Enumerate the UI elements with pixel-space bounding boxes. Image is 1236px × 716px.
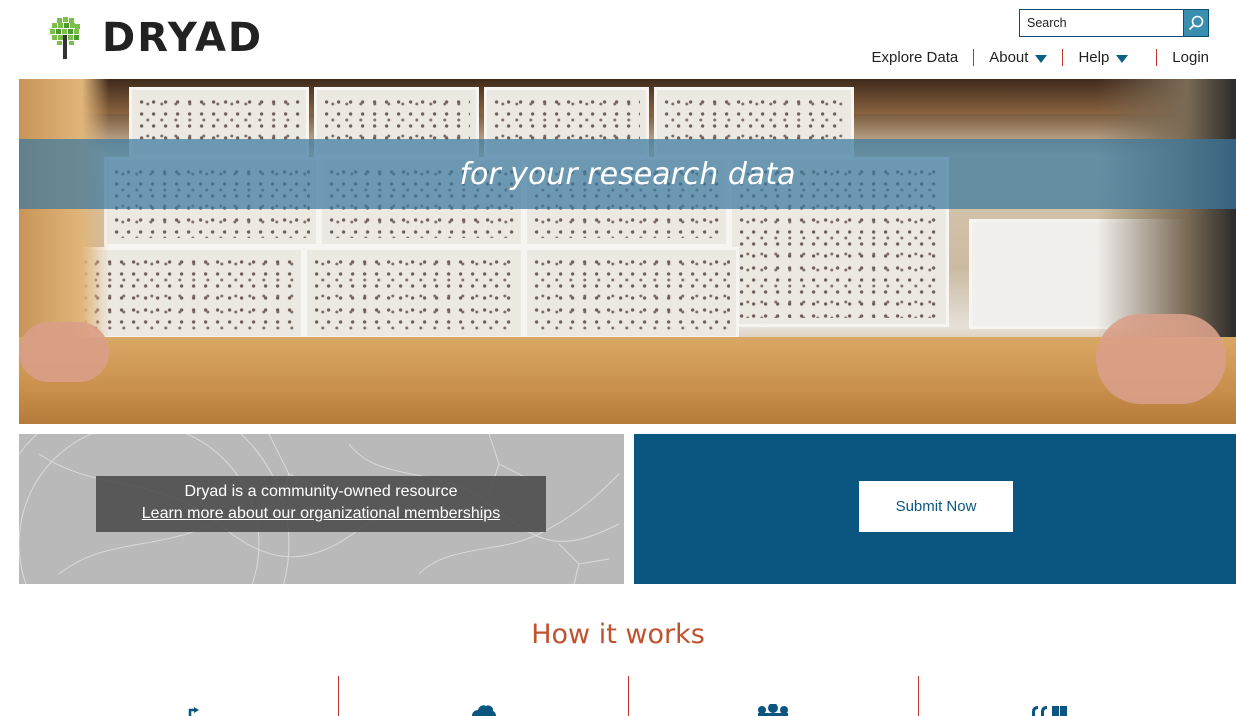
search-form xyxy=(1019,9,1209,37)
search-input[interactable] xyxy=(1019,9,1183,37)
main-nav: Explore Data About Help Login xyxy=(872,49,1209,66)
nav-login[interactable]: Login xyxy=(1172,49,1209,66)
cloud-icon xyxy=(472,705,496,716)
nav-about-label: About xyxy=(989,49,1029,66)
community-icon xyxy=(758,704,788,716)
tree-logo-icon xyxy=(50,17,80,59)
nav-help-label: Help xyxy=(1078,49,1110,66)
nav-explore-data[interactable]: Explore Data xyxy=(872,49,959,66)
nav-help[interactable]: Help xyxy=(1078,49,1129,66)
specimen-tray xyxy=(524,247,739,339)
column-divider xyxy=(628,676,629,716)
specimen-tray xyxy=(304,247,524,339)
column-divider xyxy=(338,676,339,716)
membership-callout: Dryad is a community-owned resource Lear… xyxy=(96,476,546,532)
submit-now-button[interactable]: Submit Now xyxy=(859,481,1013,532)
site-header: DRYAD Explore Data About Help Login xyxy=(0,0,1236,79)
membership-text: Dryad is a community-owned resource xyxy=(184,483,458,500)
upload-icon xyxy=(188,707,199,716)
chevron-down-icon xyxy=(1035,54,1048,63)
nav-divider xyxy=(973,49,975,66)
search-button[interactable] xyxy=(1183,9,1209,37)
drawer-front xyxy=(19,337,1236,424)
submit-panel: Submit Now xyxy=(634,434,1236,584)
tagline-band: for your research data xyxy=(19,139,1236,209)
membership-link[interactable]: Learn more about our organizational memb… xyxy=(142,505,500,522)
cite-icon xyxy=(1032,706,1067,716)
section-title: How it works xyxy=(531,619,705,650)
dryad-logo[interactable]: DRYAD xyxy=(48,17,263,59)
chevron-down-icon xyxy=(1116,54,1129,63)
brand-name: DRYAD xyxy=(102,15,264,61)
search-icon xyxy=(1188,15,1204,31)
column-divider xyxy=(918,676,919,716)
hand xyxy=(1096,314,1226,404)
nav-divider xyxy=(1062,49,1064,66)
membership-panel: Dryad is a community-owned resource Lear… xyxy=(19,434,624,584)
hero-tagline: for your research data xyxy=(459,156,796,192)
hand xyxy=(19,322,109,382)
hero-banner: for your research data xyxy=(19,79,1236,424)
nav-divider xyxy=(1156,49,1158,66)
nav-about[interactable]: About xyxy=(989,49,1048,66)
